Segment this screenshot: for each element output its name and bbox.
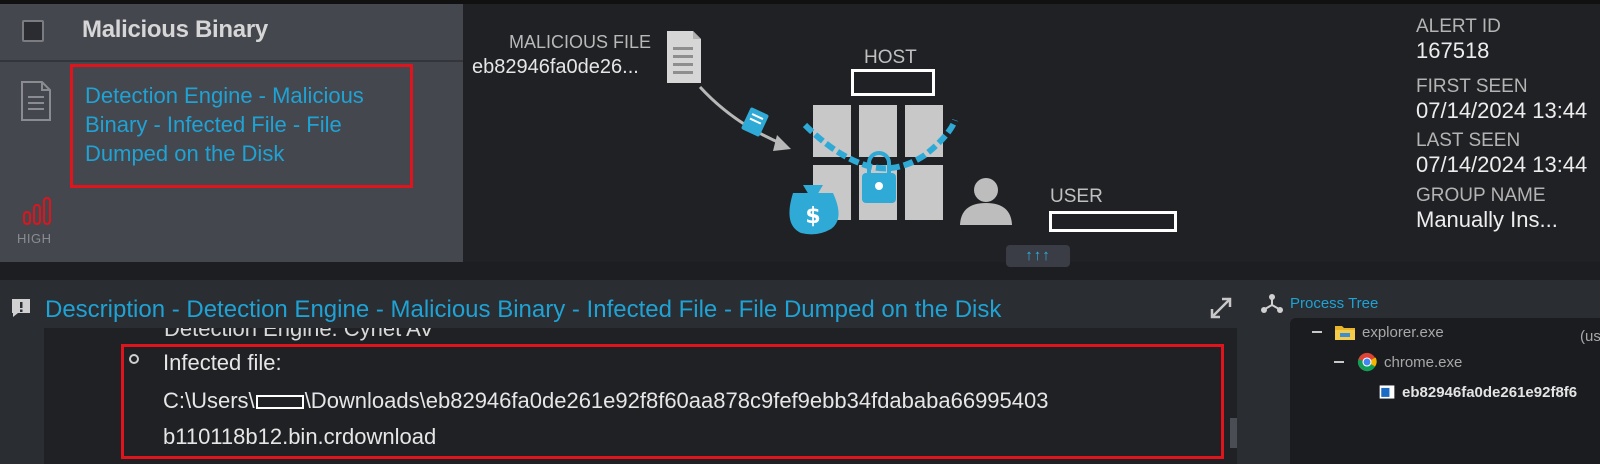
- alert-id-value: 167518: [1416, 38, 1490, 63]
- process-node-explorer[interactable]: explorer.exe: [1312, 322, 1444, 342]
- first-seen-value: 07/14/2024 13:44: [1416, 98, 1588, 123]
- infected-file-path-cont: b110118b12.bin.crdownload: [163, 424, 437, 449]
- detection-engine-line: Detection Engine: Cynet AV: [164, 328, 434, 341]
- process-name: explorer.exe: [1362, 323, 1444, 341]
- host-label: HOST: [864, 47, 917, 68]
- severity-label: HIGH: [17, 231, 52, 246]
- malicious-file-icon: [667, 31, 701, 83]
- svg-text:$: $: [805, 204, 820, 229]
- infected-file-label: Infected file:: [163, 350, 282, 375]
- process-user-hint: (us: [1580, 328, 1600, 345]
- process-name: eb82946fa0de261e92f8f6: [1402, 383, 1578, 401]
- info-icon: [12, 299, 30, 317]
- first-seen-label: FIRST SEEN: [1416, 76, 1528, 97]
- chrome-icon: [1357, 352, 1377, 372]
- group-name-field: GROUP NAME Manually Ins...: [1416, 185, 1600, 233]
- user-label: USER: [1050, 186, 1103, 207]
- last-seen-field: LAST SEEN 07/14/2024 13:44: [1416, 130, 1600, 178]
- first-seen-field: FIRST SEEN 07/14/2024 13:44: [1416, 76, 1600, 124]
- malicious-file-label: MALICIOUS FILE: [509, 32, 652, 52]
- path-suffix: \Downloads\eb82946fa0de261e92f8f60aa878c…: [304, 388, 1049, 413]
- severity-bars-icon: [23, 197, 51, 225]
- group-name-label: GROUP NAME: [1416, 185, 1546, 206]
- process-node-chrome[interactable]: chrome.exe: [1334, 352, 1462, 372]
- description-scrollbar[interactable]: [1230, 418, 1237, 448]
- collapse-icon[interactable]: [1312, 331, 1322, 333]
- redacted-username: [255, 395, 304, 410]
- path-prefix: C:\Users\: [163, 388, 255, 413]
- process-node-binary[interactable]: eb82946fa0de261e92f8f6: [1378, 382, 1577, 402]
- infected-file-path: C:\Users\ \Downloads\eb82946fa0de261e92f8…: [163, 388, 1049, 414]
- alert-id-field: ALERT ID 167518: [1416, 16, 1600, 64]
- transfer-arrow-icon: [698, 85, 791, 151]
- process-tree-icon: [1261, 294, 1283, 313]
- document-icon: [21, 81, 51, 121]
- malicious-file-hash[interactable]: eb82946fa0de26...: [472, 56, 639, 79]
- binary-file-icon: [1379, 385, 1395, 399]
- last-seen-value: 07/14/2024 13:44: [1416, 152, 1588, 177]
- collapse-icon[interactable]: [1334, 361, 1344, 363]
- expand-icon[interactable]: [1206, 293, 1236, 323]
- last-seen-label: LAST SEEN: [1416, 130, 1521, 151]
- process-tree-panel: explorer.exe (us chrome.exe eb82946fa0de…: [1290, 318, 1600, 464]
- alert-title: Malicious Binary: [82, 16, 268, 43]
- process-name: chrome.exe: [1384, 353, 1463, 371]
- description-title: Description - Detection Engine - Malicio…: [45, 296, 1002, 323]
- host-name-redacted[interactable]: [851, 69, 935, 96]
- user-name-redacted[interactable]: [1049, 211, 1177, 232]
- user-avatar-icon: [960, 178, 1012, 225]
- expand-header-button[interactable]: ↑↑↑: [1006, 245, 1070, 267]
- alert-name-link[interactable]: Detection Engine - Malicious Binary - In…: [70, 64, 413, 188]
- process-tree-title[interactable]: Process Tree: [1290, 295, 1378, 312]
- group-name-value[interactable]: Manually Ins...: [1416, 207, 1600, 233]
- description-body: Detection Engine: Cynet AV Infected file…: [44, 328, 1237, 464]
- select-alert-checkbox[interactable]: [22, 20, 44, 42]
- folder-icon: [1335, 326, 1355, 340]
- alert-id-label: ALERT ID: [1416, 16, 1501, 37]
